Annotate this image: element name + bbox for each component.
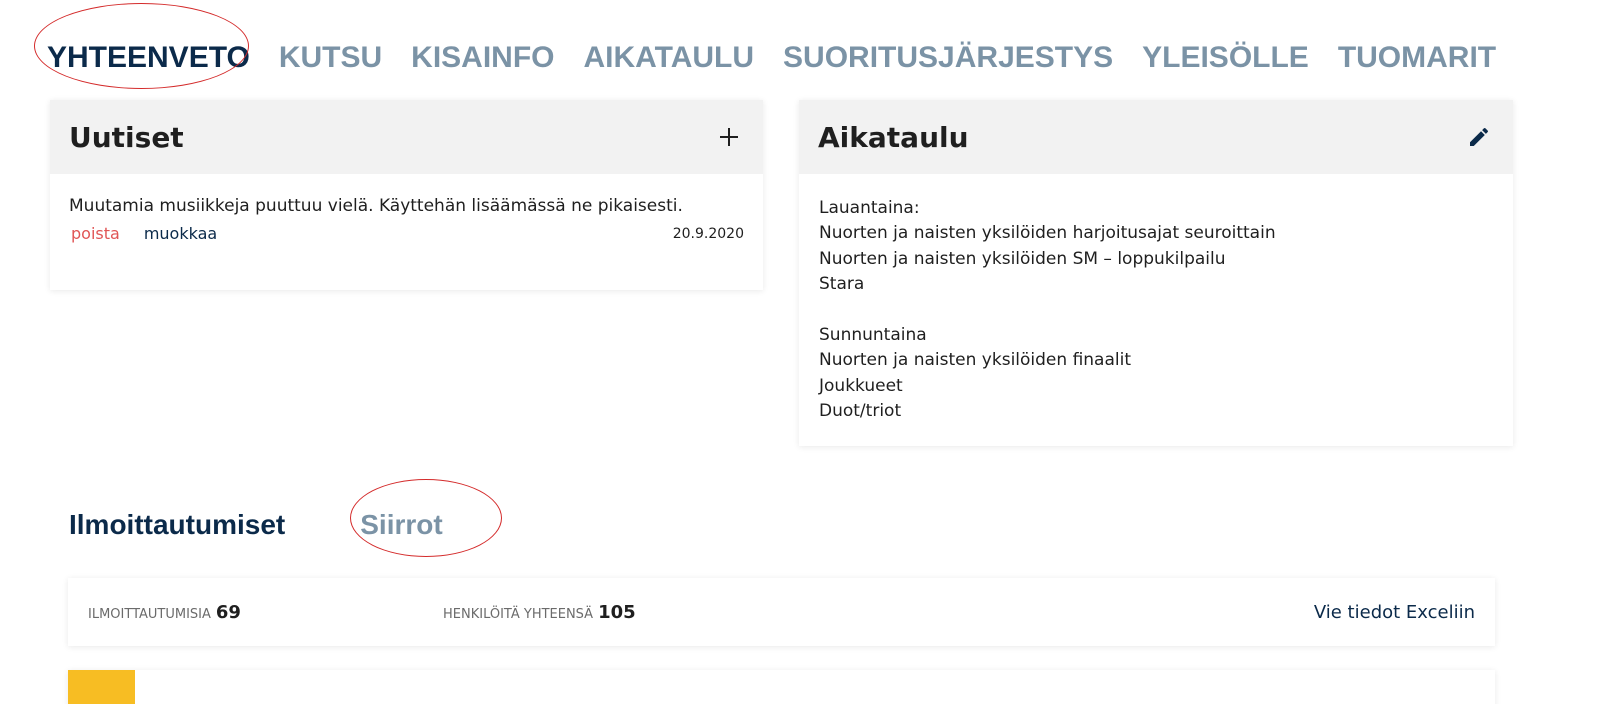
news-item-meta: poista muokkaa 20.9.2020 [69, 224, 744, 243]
schedule-line: Nuorten ja naisten yksilöiden harjoitusa… [819, 223, 1276, 244]
registration-tabs: Ilmoittautumiset Siirrot [69, 505, 443, 545]
tab-kisainfo[interactable]: KISAINFO [411, 41, 554, 75]
news-card: Uutiset Muutamia musiikkeja puuttuu viel… [50, 100, 763, 290]
schedule-line: Nuorten ja naisten yksilöiden finaalit [819, 350, 1131, 371]
tab-tuomarit[interactable]: TUOMARIT [1338, 41, 1496, 75]
persons-stat: HENKILÖITÄ YHTEENSÄ 105 [443, 602, 636, 623]
persons-count: 105 [598, 601, 636, 623]
registrations-count: 69 [215, 601, 241, 623]
tab-registrations[interactable]: Ilmoittautumiset [69, 509, 285, 541]
schedule-line: Nuorten ja naisten yksilöiden SM – loppu… [819, 248, 1226, 269]
pencil-icon[interactable] [1464, 122, 1494, 152]
tab-yhteenveto[interactable]: YHTEENVETO [47, 41, 250, 75]
accent-bar [68, 670, 135, 704]
persons-label: HENKILÖITÄ YHTEENSÄ [443, 606, 594, 622]
tab-kutsu[interactable]: KUTSU [279, 41, 382, 75]
registrations-stat: ILMOITTAUTUMISIA 69 [88, 602, 241, 623]
plus-icon[interactable] [714, 122, 744, 152]
top-navigation: YHTEENVETO KUTSU KISAINFO AIKATAULU SUOR… [47, 36, 1525, 80]
schedule-line: Sunnuntaina [819, 325, 927, 346]
delete-news-link[interactable]: poista [71, 224, 120, 243]
news-card-header: Uutiset [50, 100, 763, 174]
schedule-card-header: Aikataulu [799, 100, 1513, 174]
schedule-line: Stara [819, 274, 865, 295]
edit-news-link[interactable]: muokkaa [144, 224, 217, 243]
schedule-spacer [819, 298, 1493, 323]
news-item-text: Muutamia musiikkeja puuttuu vielä. Käytt… [69, 196, 683, 216]
schedule-line: Lauantaina: [819, 198, 920, 218]
registration-list-card [68, 670, 1495, 704]
tab-suoritusjarjestys[interactable]: SUORITUSJÄRJESTYS [783, 41, 1113, 75]
news-item: Muutamia musiikkeja puuttuu vielä. Käytt… [50, 174, 763, 243]
schedule-line: Joukkueet [819, 375, 903, 396]
registrations-label: ILMOITTAUTUMISIA [88, 606, 211, 622]
schedule-line: Duot/triot [819, 401, 902, 422]
registration-stats: ILMOITTAUTUMISIA 69 HENKILÖITÄ YHTEENSÄ … [68, 578, 1495, 646]
tab-transfers[interactable]: Siirrot [360, 509, 442, 541]
schedule-card: Aikataulu Lauantaina: Nuorten ja naisten… [799, 100, 1513, 446]
news-item-date: 20.9.2020 [672, 225, 744, 242]
news-title: Uutiset [69, 120, 184, 154]
export-excel-link[interactable]: Vie tiedot Exceliin [1314, 602, 1475, 623]
schedule-title: Aikataulu [818, 120, 969, 154]
tab-aikataulu[interactable]: AIKATAULU [584, 41, 755, 75]
schedule-content: Lauantaina: Nuorten ja naisten yksilöide… [799, 174, 1513, 425]
tab-yleisolle[interactable]: YLEISÖLLE [1142, 41, 1309, 75]
